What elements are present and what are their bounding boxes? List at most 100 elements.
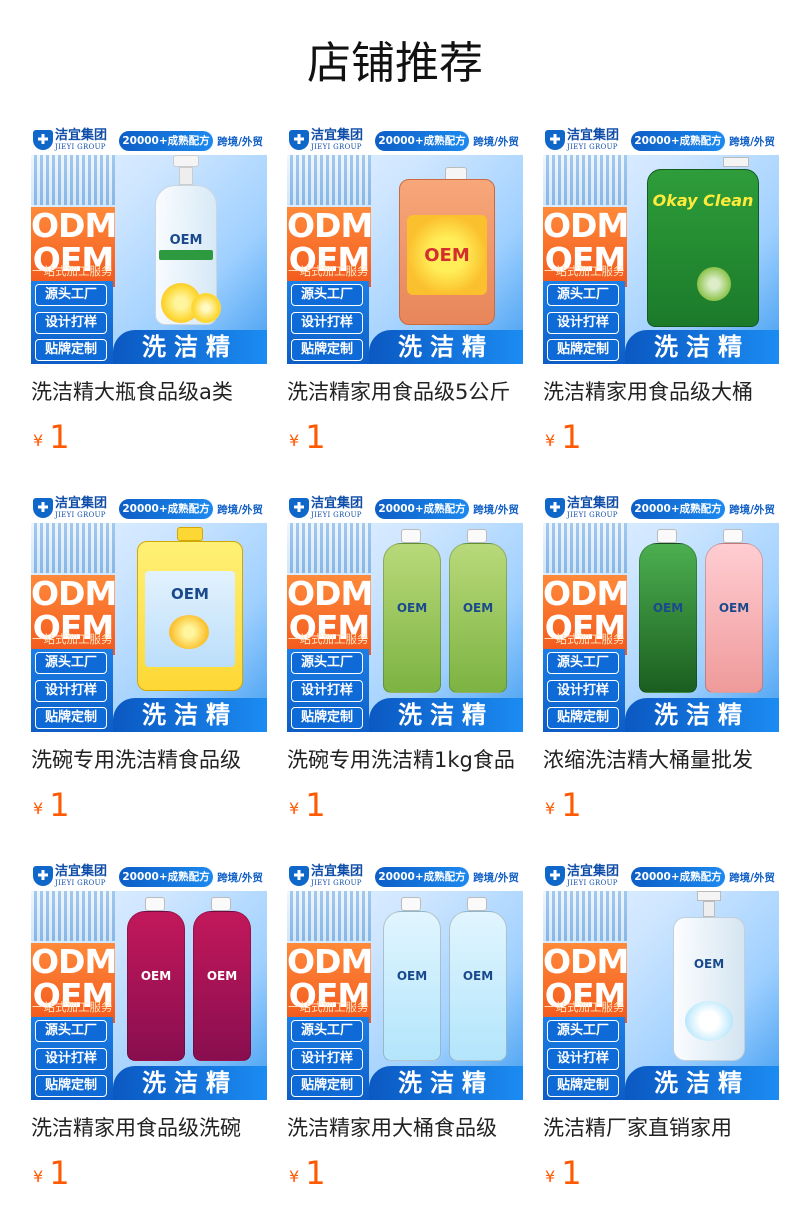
product-title[interactable]: 洗洁精家用食品级5公斤 [287,374,523,410]
product-price: ¥1 [545,785,582,825]
product-image[interactable]: 洁宜集团 JIEYI GROUP 20000+成熟配方 跨境/外贸 ODM OEM 一站式加… [287,127,523,364]
price-value: 1 [305,418,326,456]
bottle-cap [211,897,231,911]
product-title[interactable]: 洗碗专用洗洁精食品级 [31,742,267,778]
price-value: 1 [49,786,70,824]
product-card[interactable]: 洁宜集团 JIEYI GROUP 20000+成熟配方 跨境/外贸 ODM OEM 一站式加… [31,863,267,1231]
plate [685,1001,733,1041]
bottle-body [449,911,507,1061]
product-category-bar: 洗洁精 [625,330,779,364]
jug-yellow-icon: OEM [115,523,267,698]
bottle-stripe [159,250,213,260]
feature-tag: 源头工厂 [35,284,107,306]
building-photo [287,523,371,573]
product-label: OEM [171,585,209,603]
product-card[interactable]: 洁宜集团 JIEYI GROUP 20000+成熟配方 跨境/外贸 ODM OEM 一站式加… [287,127,523,495]
formula-badge: 20000+成熟配方 [631,867,725,887]
feature-tag: 源头工厂 [547,1020,619,1042]
product-image[interactable]: 洁宜集团 JIEYI GROUP 20000+成熟配方 跨境/外贸 ODM OEM 一站式加… [31,495,267,732]
building-photo [31,523,115,573]
product-price: ¥1 [33,1153,70,1193]
product-title[interactable]: 洗洁精家用大桶食品级 [287,1110,523,1146]
product-image[interactable]: 洁宜集团 JIEYI GROUP 20000+成熟配方 跨境/外贸 ODM OEM 一站式加… [287,863,523,1100]
service-text: 一站式加工服务 [544,1000,625,1014]
odm-text: ODM [31,206,117,245]
feature-tag: 设计打样 [291,1048,363,1070]
product-title[interactable]: 洗洁精厂家直销家用 [543,1110,779,1146]
formula-badge: 20000+成熟配方 [119,499,213,519]
product-category-bar: 洗洁精 [369,698,523,732]
product-image[interactable]: 洁宜集团 JIEYI GROUP 20000+成熟配方 跨境/外贸 ODM OEM 一站式加… [543,863,779,1100]
product-card[interactable]: 洁宜集团 JIEYI GROUP 20000+成熟配方 跨境/外贸 ODM OEM 一站式加… [287,863,523,1231]
bottle-body [127,911,185,1061]
product-price: ¥1 [545,417,582,457]
feature-tag: 贴牌定制 [291,707,363,729]
product-image[interactable]: 洁宜集团 JIEYI GROUP 20000+成熟配方 跨境/外贸 ODM OEM 一站式加… [543,127,779,364]
crossborder-label: 跨境/外贸 [217,136,263,148]
crossborder-label: 跨境/外贸 [729,504,775,516]
feature-tag: 设计打样 [291,312,363,334]
product-category-bar: 洗洁精 [625,698,779,732]
product-image[interactable]: 洁宜集团 JIEYI GROUP 20000+成熟配方 跨境/外贸 ODM OEM 一站式加… [31,127,267,364]
product-title[interactable]: 洗碗专用洗洁精1kg食品 [287,742,523,778]
brand-name-en: JIEYI GROUP [311,511,362,519]
crossborder-label: 跨境/外贸 [473,136,519,148]
product-title[interactable]: 浓缩洗洁精大桶量批发 [543,742,779,778]
product-title[interactable]: 洗洁精家用食品级洗碗 [31,1110,267,1146]
pump-head [723,157,749,167]
shield-icon [289,866,309,886]
product-image[interactable]: 洁宜集团 JIEYI GROUP 20000+成熟配方 跨境/外贸 ODM OEM 一站式加… [31,863,267,1100]
product-price: ¥1 [289,1153,326,1193]
product-label-secondary: OEM [206,969,238,983]
currency-symbol: ¥ [545,431,556,450]
brand-name: 洁宜集团 [311,496,364,511]
feature-tag: 源头工厂 [35,652,107,674]
service-text: 一站式加工服务 [544,264,625,278]
feature-tag: 源头工厂 [291,652,363,674]
product-price: ¥1 [33,785,70,825]
bottle-cap [657,529,677,543]
price-value: 1 [49,418,70,456]
product-image[interactable]: 洁宜集团 JIEYI GROUP 20000+成熟配方 跨境/外贸 ODM OEM 一站式加… [287,495,523,732]
product-title[interactable]: 洗洁精家用食品级大桶 [543,374,779,410]
currency-symbol: ¥ [545,799,556,818]
brand-name: 洁宜集团 [311,864,364,879]
odm-text: ODM [543,206,629,245]
product-card[interactable]: 洁宜集团 JIEYI GROUP 20000+成熟配方 跨境/外贸 ODM OEM 一站式加… [543,863,779,1231]
bottle-cap [145,897,165,911]
brand-name: 洁宜集团 [567,496,620,511]
product-image[interactable]: 洁宜集团 JIEYI GROUP 20000+成熟配方 跨境/外贸 ODM OEM 一站式加… [543,495,779,732]
crossborder-label: 跨境/外贸 [217,504,263,516]
product-label: Okay Clean [652,191,754,210]
product-title[interactable]: 洗洁精大瓶食品级a类 [31,374,267,410]
product-label: OEM [652,601,684,615]
product-card[interactable]: 洁宜集团 JIEYI GROUP 20000+成熟配方 跨境/外贸 ODM OEM 一站式加… [543,495,779,863]
brand-name-en: JIEYI GROUP [55,511,106,519]
odm-text: ODM [543,574,629,613]
shield-icon [545,498,565,518]
product-card[interactable]: 洁宜集团 JIEYI GROUP 20000+成熟配方 跨境/外贸 ODM OEM 一站式加… [31,127,267,495]
shield-icon [33,130,53,150]
feature-tag: 设计打样 [35,312,107,334]
lemon-slice [191,293,221,323]
crossborder-label: 跨境/外贸 [729,136,775,148]
formula-badge: 20000+成熟配方 [119,867,213,887]
brand-name: 洁宜集团 [311,128,364,143]
product-label-secondary: OEM [462,969,494,983]
formula-badge: 20000+成熟配方 [631,499,725,519]
product-label: OEM [424,245,470,266]
service-text: 一站式加工服务 [544,632,625,646]
product-card[interactable]: 洁宜集团 JIEYI GROUP 20000+成熟配方 跨境/外贸 ODM OEM 一站式加… [31,495,267,863]
currency-symbol: ¥ [289,799,300,818]
odm-text: ODM [31,942,117,981]
product-card[interactable]: 洁宜集团 JIEYI GROUP 20000+成熟配方 跨境/外贸 ODM OEM 一站式加… [543,127,779,495]
lemon [169,615,209,649]
brand-name-en: JIEYI GROUP [55,143,106,151]
jug-green-icon: Okay Clean [627,155,779,330]
service-text: 一站式加工服务 [32,264,113,278]
product-card[interactable]: 洁宜集团 JIEYI GROUP 20000+成熟配方 跨境/外贸 ODM OEM 一站式加… [287,495,523,863]
currency-symbol: ¥ [33,799,44,818]
formula-badge: 20000+成熟配方 [375,131,469,151]
formula-badge: 20000+成熟配方 [631,131,725,151]
crossborder-label: 跨境/外贸 [473,872,519,884]
